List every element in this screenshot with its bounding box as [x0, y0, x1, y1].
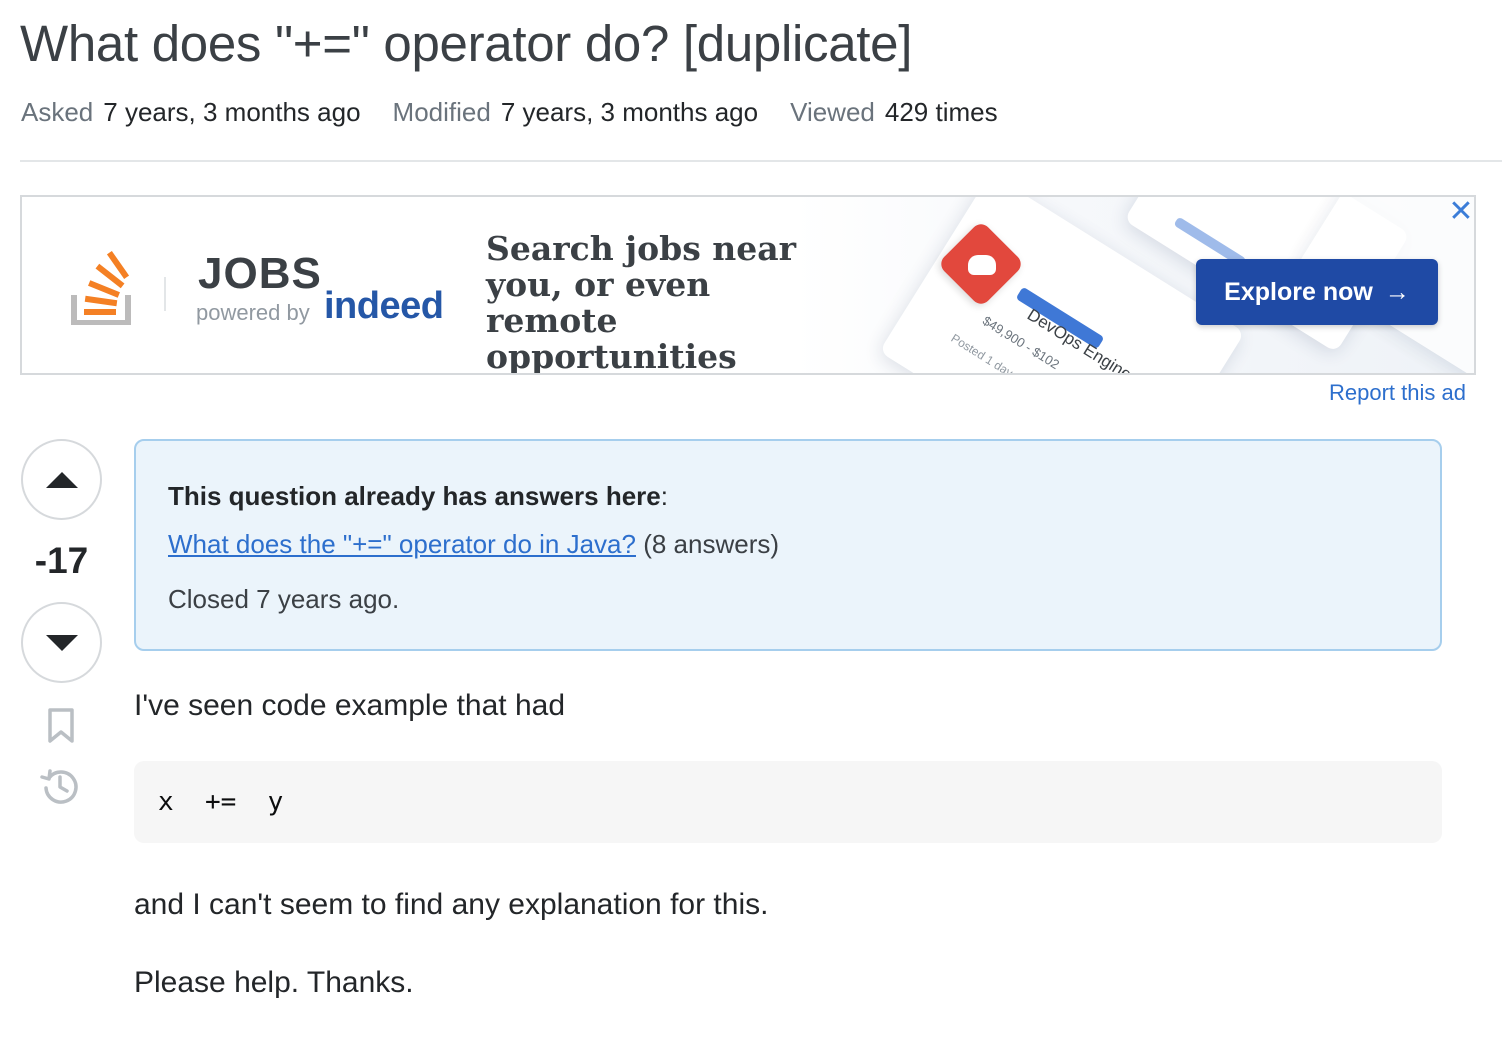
question-body-closing: Please help. Thanks.: [134, 966, 414, 999]
bookmark-icon[interactable]: [47, 708, 75, 744]
asked-info: Asked 7 years, 3 months ago: [21, 97, 361, 128]
arrow-right-icon: →: [1384, 277, 1410, 306]
notice-heading: This question already has answers here:: [168, 481, 668, 512]
indeed-logo: indeed: [324, 285, 444, 327]
modified-label: Modified: [392, 97, 491, 127]
question-body-intro: I've seen code example that had: [134, 689, 566, 722]
duplicate-notice: This question already has answers here: …: [134, 439, 1442, 651]
duplicate-answer-count: (8 answers): [643, 529, 780, 559]
ad-logo-separator: [164, 277, 166, 311]
vote-count: -17: [34, 540, 89, 581]
heart-icon: [968, 255, 996, 275]
jobs-ad-banner[interactable]: JOBS powered by indeed Search jobs near …: [20, 195, 1476, 375]
ad-powered-by: powered by: [196, 300, 310, 325]
header-divider: [20, 160, 1502, 162]
notice-heading-text: This question already has answers here: [168, 481, 661, 511]
question-title[interactable]: What does "+=" operator do? [duplicate]: [20, 14, 912, 73]
explore-now-label: Explore now: [1224, 277, 1373, 306]
viewed-value: 429 times: [884, 97, 998, 127]
explore-now-button[interactable]: Explore now →: [1196, 259, 1438, 325]
duplicate-link-row: What does the "+=" operator do in Java? …: [168, 529, 779, 560]
modified-info: Modified 7 years, 3 months ago: [393, 97, 759, 128]
asked-label: Asked: [21, 97, 94, 127]
upvote-arrow-icon: [45, 471, 78, 488]
close-icon[interactable]: ✕: [1448, 197, 1474, 227]
viewed-info: Viewed 429 times: [790, 97, 998, 128]
ad-headline: Search jobs near you, or even remote opp…: [486, 229, 797, 375]
downvote-button[interactable]: [21, 602, 102, 683]
code-block: x += y: [134, 761, 1442, 843]
upvote-button[interactable]: [21, 439, 102, 520]
closed-info: Closed 7 years ago.: [168, 584, 400, 614]
duplicate-question-link[interactable]: What does the "+=" operator do in Java?: [168, 529, 636, 559]
notice-heading-colon: :: [660, 481, 668, 511]
stackoverflow-logo-icon: [71, 251, 131, 325]
history-icon[interactable]: [40, 766, 80, 806]
question-meta: Asked 7 years, 3 months ago Modified 7 yea…: [21, 97, 1030, 128]
modified-value[interactable]: 7 years, 3 months ago: [501, 97, 758, 127]
downvote-arrow-icon: [45, 634, 78, 651]
asked-value[interactable]: 7 years, 3 months ago: [103, 97, 360, 127]
ad-jobs-label: JOBS: [198, 249, 322, 298]
report-ad-link[interactable]: Report this ad: [1329, 380, 1466, 406]
viewed-label: Viewed: [790, 97, 875, 127]
question-body-paragraph: and I can't seem to find any explanation…: [134, 888, 769, 921]
code-snippet: x += y: [158, 787, 284, 817]
